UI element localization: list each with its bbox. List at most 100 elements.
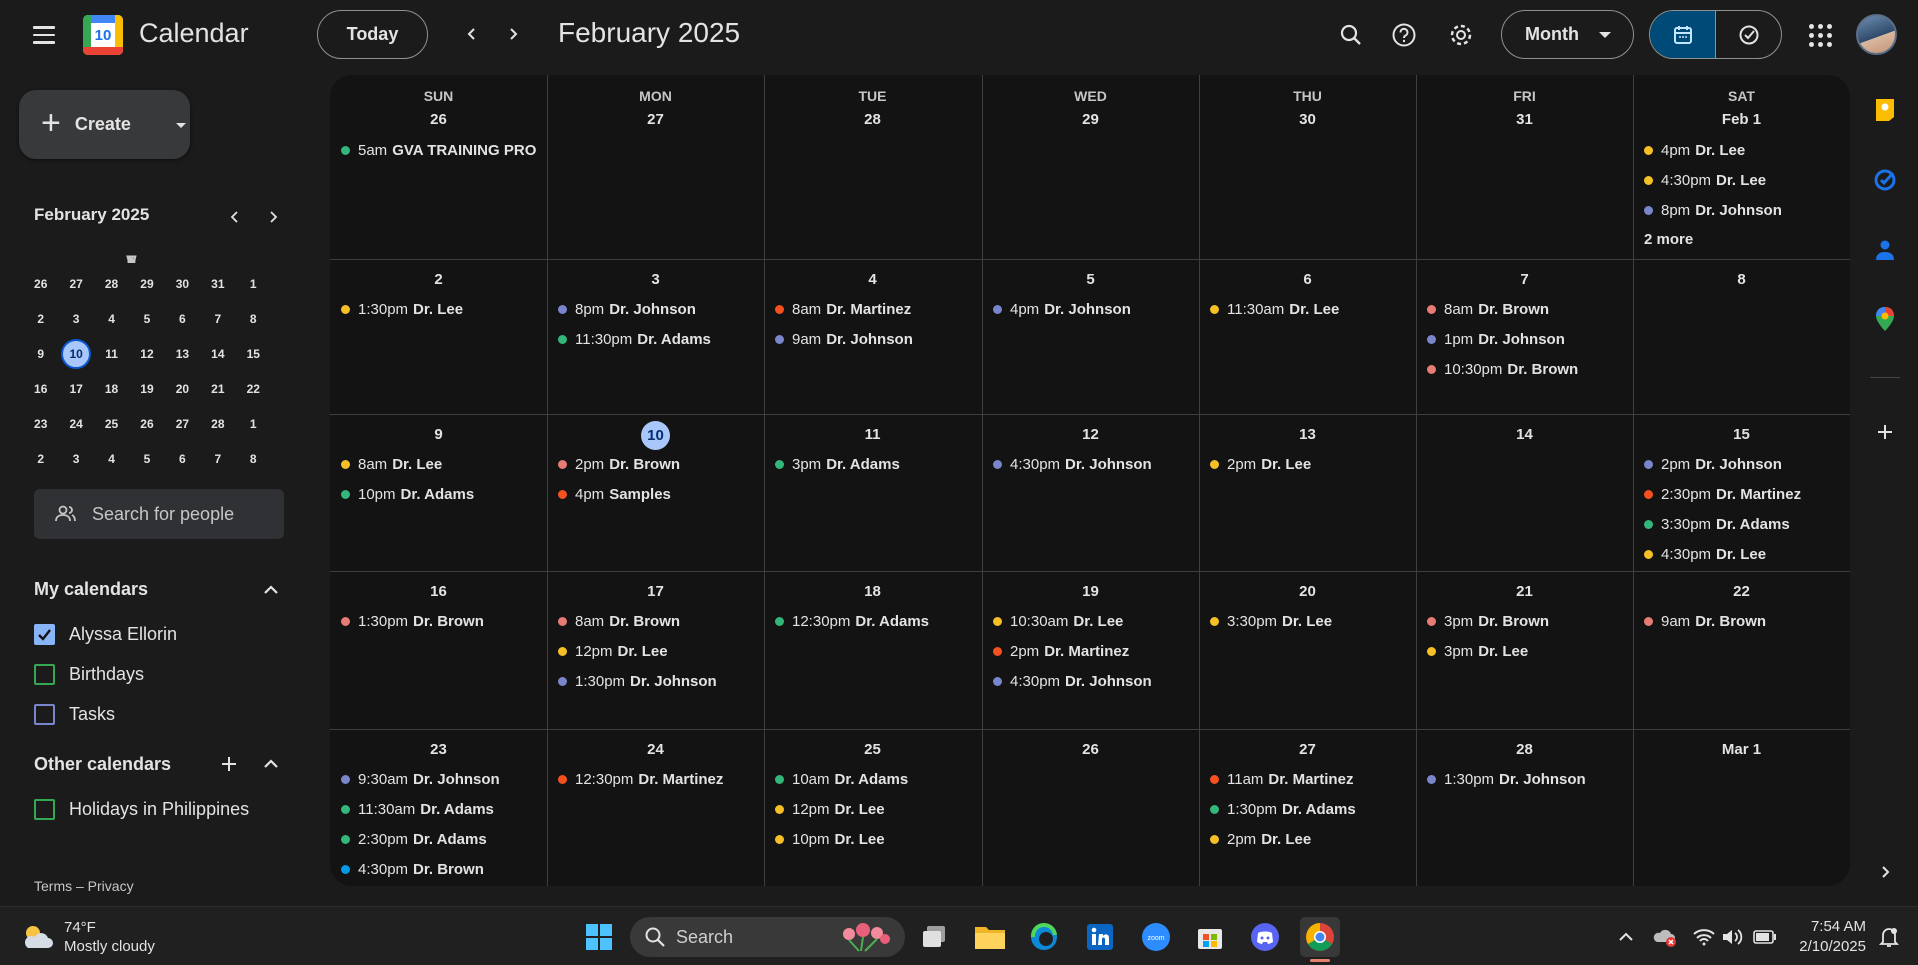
event-chip[interactable]: 2pm Dr. Martinez bbox=[993, 640, 1193, 662]
mini-day[interactable]: 20 bbox=[165, 382, 200, 396]
mini-day[interactable]: 3 bbox=[58, 452, 93, 466]
event-chip[interactable]: 4:30pm Dr. Brown bbox=[341, 858, 541, 880]
event-chip[interactable]: 3:30pm Dr. Lee bbox=[1210, 610, 1410, 632]
mini-day[interactable]: 17 bbox=[58, 382, 93, 396]
search-people-input[interactable]: Search for people bbox=[34, 489, 284, 539]
day-cell[interactable] bbox=[330, 75, 547, 259]
event-chip[interactable]: 2:30pm Dr. Martinez bbox=[1644, 483, 1844, 505]
day-cell[interactable] bbox=[764, 75, 981, 259]
event-chip[interactable]: 4pm Samples bbox=[558, 483, 758, 505]
battery-button[interactable] bbox=[1752, 924, 1778, 950]
event-chip[interactable]: 1:30pm Dr. Johnson bbox=[1427, 768, 1627, 790]
event-chip[interactable]: 12pm Dr. Lee bbox=[558, 640, 758, 662]
event-chip[interactable]: 8am Dr. Martinez bbox=[775, 298, 975, 320]
today-date-number[interactable]: 10 bbox=[547, 421, 764, 450]
today-button[interactable]: Today bbox=[317, 10, 428, 59]
event-chip[interactable]: 2pm Dr. Johnson bbox=[1644, 453, 1844, 475]
mini-day[interactable]: 26 bbox=[23, 277, 58, 291]
checkbox[interactable] bbox=[34, 663, 55, 685]
event-chip[interactable]: 8am Dr. Brown bbox=[558, 610, 758, 632]
mini-day[interactable]: 3 bbox=[58, 312, 93, 326]
date-number[interactable]: 8 bbox=[1633, 271, 1850, 288]
event-chip[interactable]: 3pm Dr. Brown bbox=[1427, 610, 1627, 632]
mini-day[interactable]: 19 bbox=[129, 382, 164, 396]
event-chip[interactable]: 9:30am Dr. Johnson bbox=[341, 768, 541, 790]
date-number[interactable]: Mar 1 bbox=[1633, 741, 1850, 758]
google-apps-icon[interactable] bbox=[1800, 15, 1840, 55]
date-number[interactable]: 27 bbox=[1199, 741, 1416, 758]
date-number[interactable]: 31 bbox=[1416, 111, 1633, 128]
main-menu-button[interactable] bbox=[24, 17, 64, 53]
event-chip[interactable]: 4:30pm Dr. Johnson bbox=[993, 453, 1193, 475]
calendar-list-item[interactable]: Birthdays bbox=[34, 662, 144, 686]
date-number[interactable]: 5 bbox=[982, 271, 1199, 288]
event-chip[interactable]: 1:30pm Dr. Johnson bbox=[558, 670, 758, 692]
add-other-calendar-button[interactable] bbox=[216, 751, 242, 777]
event-chip[interactable]: 8am Dr. Brown bbox=[1427, 298, 1627, 320]
wifi-button[interactable] bbox=[1691, 924, 1717, 950]
keep-button[interactable] bbox=[1870, 95, 1900, 125]
day-cell[interactable] bbox=[1416, 75, 1633, 259]
mini-day[interactable]: 5 bbox=[129, 452, 164, 466]
chrome-button[interactable] bbox=[1300, 917, 1340, 957]
mini-day[interactable]: 7 bbox=[200, 452, 235, 466]
calendar-list-item[interactable]: Tasks bbox=[34, 702, 115, 726]
checkbox[interactable] bbox=[34, 703, 55, 725]
show-hidden-icons-button[interactable] bbox=[1613, 924, 1639, 950]
date-number[interactable]: 12 bbox=[982, 426, 1199, 443]
date-number[interactable]: 9 bbox=[330, 426, 547, 443]
date-number[interactable]: 3 bbox=[547, 271, 764, 288]
file-explorer-button[interactable] bbox=[970, 917, 1010, 957]
settings-button[interactable] bbox=[1441, 15, 1481, 55]
calendar-logo-icon[interactable]: 10 bbox=[83, 15, 123, 55]
weather-widget[interactable]: 74°F Mostly cloudy bbox=[20, 918, 155, 956]
onedrive-status-button[interactable] bbox=[1652, 924, 1678, 950]
mini-day[interactable]: 16 bbox=[23, 382, 58, 396]
event-chip[interactable]: 11:30am Dr. Lee bbox=[1210, 298, 1410, 320]
mini-day[interactable]: 8 bbox=[236, 312, 271, 326]
checkbox-checked[interactable] bbox=[34, 623, 55, 645]
event-chip[interactable]: 9am Dr. Brown bbox=[1644, 610, 1844, 632]
tasks-view-toggle[interactable] bbox=[1716, 11, 1781, 58]
date-number[interactable]: 24 bbox=[547, 741, 764, 758]
event-chip[interactable]: 12:30pm Dr. Martinez bbox=[558, 768, 758, 790]
date-number[interactable]: 22 bbox=[1633, 583, 1850, 600]
mini-next-button[interactable] bbox=[261, 205, 285, 229]
more-events-link[interactable]: 2 more bbox=[1644, 231, 1693, 248]
mini-day[interactable]: 8 bbox=[236, 452, 271, 466]
date-number[interactable]: 6 bbox=[1199, 271, 1416, 288]
date-number[interactable]: 7 bbox=[1416, 271, 1633, 288]
calendar-list-item[interactable]: Holidays in Philippines bbox=[34, 797, 249, 821]
event-chip[interactable]: 3pm Dr. Adams bbox=[775, 453, 975, 475]
day-cell[interactable] bbox=[1199, 75, 1416, 259]
event-chip[interactable]: 2pm Dr. Brown bbox=[558, 453, 758, 475]
date-number[interactable]: 26 bbox=[330, 111, 547, 128]
account-avatar[interactable] bbox=[1856, 14, 1897, 55]
event-chip[interactable]: 10:30pm Dr. Brown bbox=[1427, 358, 1627, 380]
event-chip[interactable]: 8am Dr. Lee bbox=[341, 453, 541, 475]
create-button[interactable]: + Create bbox=[19, 90, 190, 159]
event-chip[interactable]: 1:30pm Dr. Brown bbox=[341, 610, 541, 632]
mini-day[interactable]: 29 bbox=[129, 277, 164, 291]
mini-day[interactable]: 1 bbox=[236, 277, 271, 291]
discord-button[interactable] bbox=[1245, 917, 1285, 957]
event-chip[interactable]: 9am Dr. Johnson bbox=[775, 328, 975, 350]
event-chip[interactable]: 2pm Dr. Lee bbox=[1210, 828, 1410, 850]
mini-day[interactable]: 18 bbox=[94, 382, 129, 396]
mini-day[interactable]: 1 bbox=[236, 417, 271, 431]
date-number[interactable]: 25 bbox=[764, 741, 981, 758]
date-number[interactable]: 13 bbox=[1199, 426, 1416, 443]
checkbox[interactable] bbox=[34, 798, 55, 820]
linkedin-button[interactable] bbox=[1080, 917, 1120, 957]
microsoft-store-button[interactable] bbox=[1190, 917, 1230, 957]
mini-day[interactable]: 4 bbox=[94, 312, 129, 326]
taskbar-clock[interactable]: 7:54 AM 2/10/2025 bbox=[1794, 917, 1866, 957]
edge-button[interactable] bbox=[1024, 917, 1064, 957]
date-number[interactable]: 19 bbox=[982, 583, 1199, 600]
event-chip[interactable]: 2pm Dr. Lee bbox=[1210, 453, 1410, 475]
event-chip[interactable]: 8pm Dr. Johnson bbox=[558, 298, 758, 320]
tasks-button[interactable] bbox=[1870, 165, 1900, 195]
event-chip[interactable]: 2:30pm Dr. Adams bbox=[341, 828, 541, 850]
date-number[interactable]: Feb 1 bbox=[1633, 111, 1850, 128]
mini-day[interactable]: 28 bbox=[200, 417, 235, 431]
